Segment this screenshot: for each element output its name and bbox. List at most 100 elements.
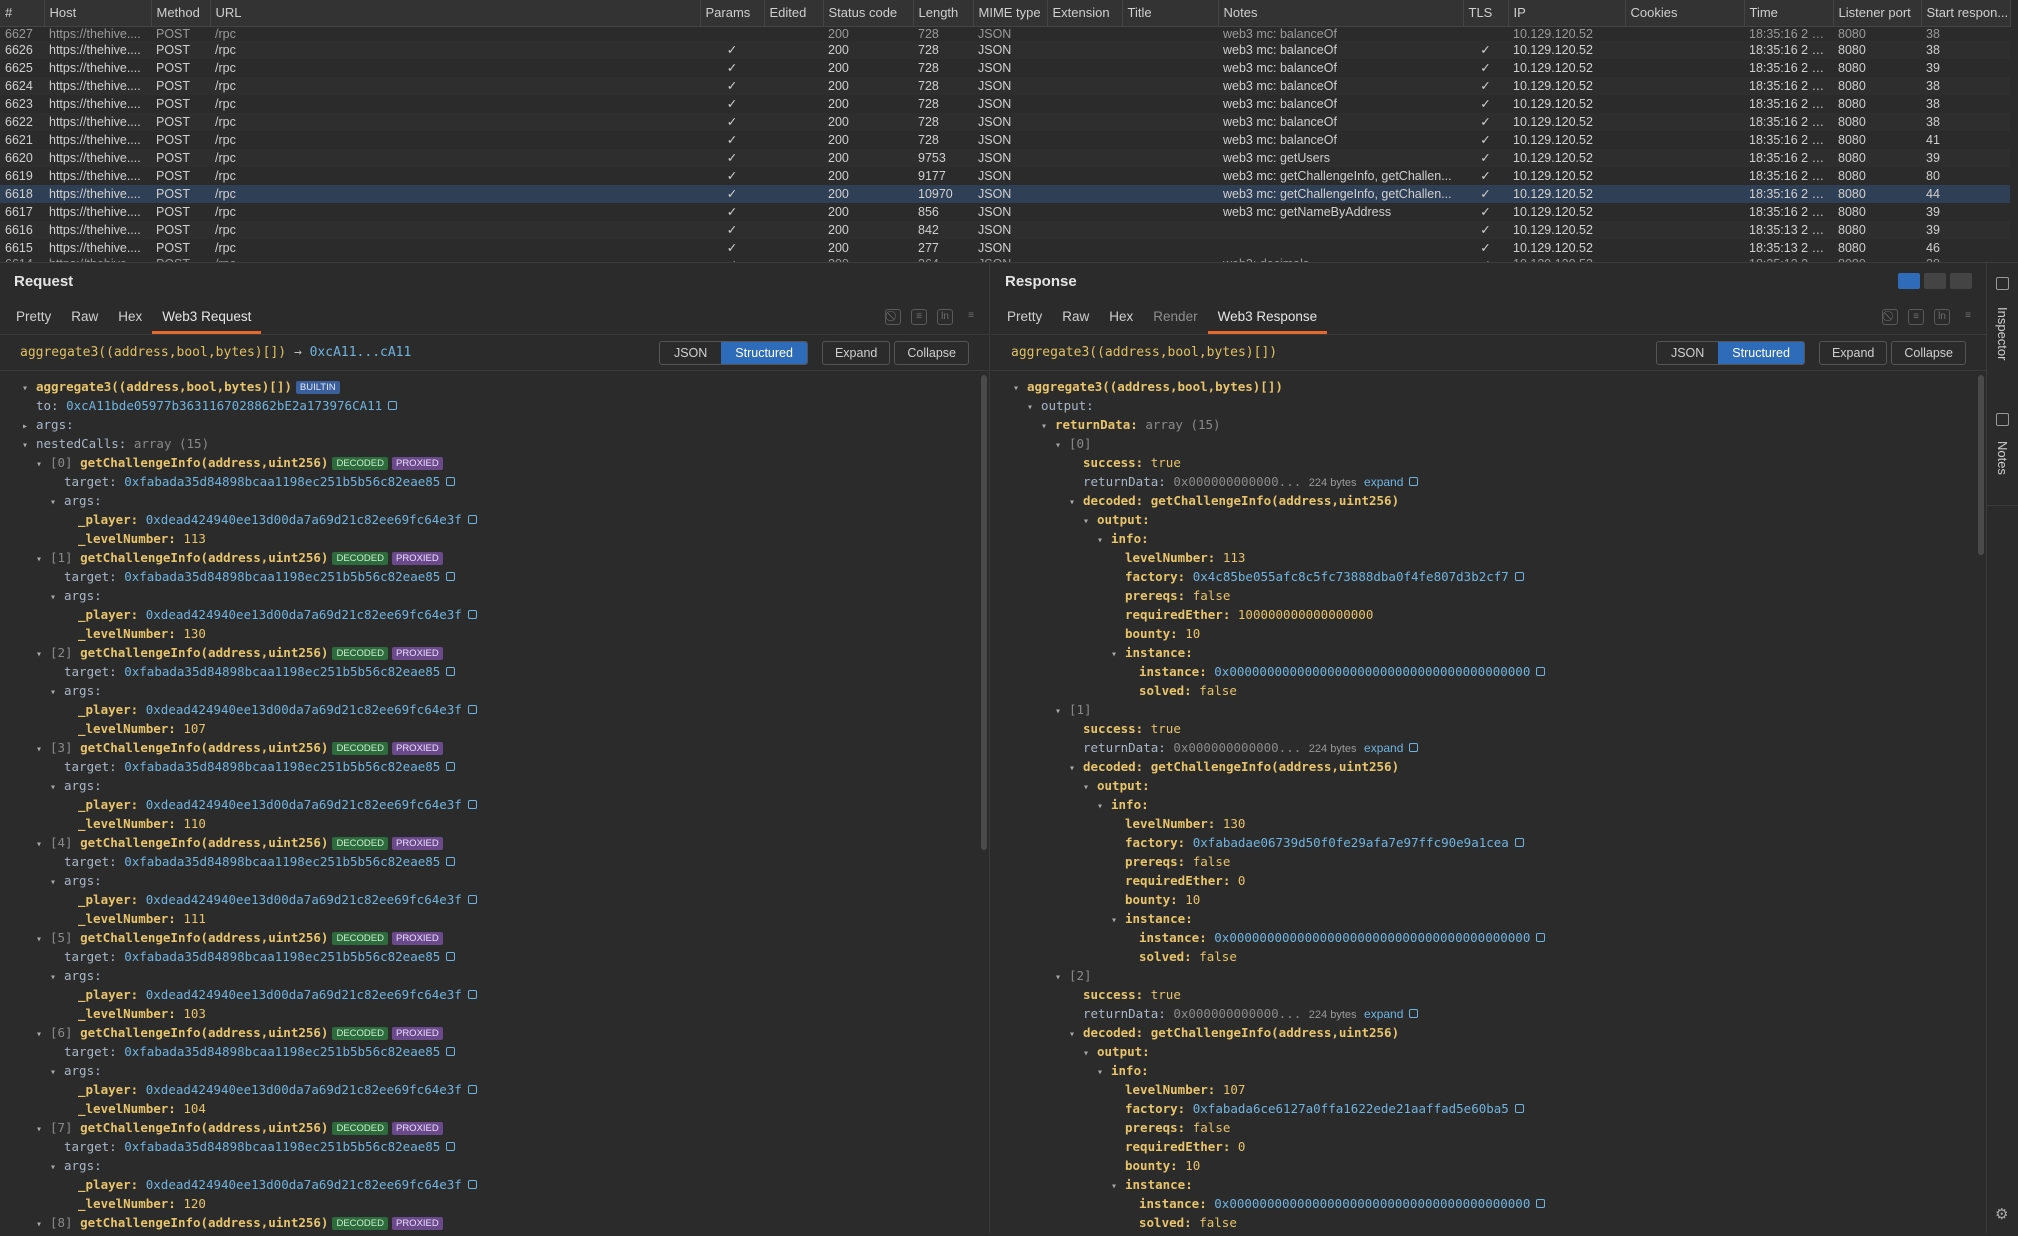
tree-node[interactable]: solved: false [1013, 681, 1974, 700]
tree-node[interactable]: factory: 0xfabadae06739d50f0fe29afa7e97f… [1013, 833, 1974, 852]
newline-icon[interactable]: ≡ [1908, 309, 1924, 325]
tree-node[interactable]: _levelNumber: 103 [22, 1004, 977, 1023]
tree-node[interactable]: instance: 0x0000000000000000000000000000… [1013, 928, 1974, 947]
copy-icon[interactable] [467, 990, 477, 999]
copy-icon[interactable] [467, 515, 477, 524]
tree-node[interactable]: success: true [1013, 719, 1974, 738]
tree-node[interactable]: ▾ instance: [1013, 643, 1974, 662]
tree-node[interactable]: levelNumber: 113 [1013, 548, 1974, 567]
tree-node[interactable]: requiredEther: 0 [1013, 871, 1974, 890]
expand-toggle-icon[interactable]: ▾ [1111, 1177, 1125, 1196]
tree-node[interactable]: _player: 0xdead424940ee13d00da7a69d21c82… [22, 700, 977, 719]
tree-node[interactable]: _player: 0xdead424940ee13d00da7a69d21c82… [22, 605, 977, 624]
expand-toggle-icon[interactable]: ▾ [1069, 493, 1083, 512]
column-header[interactable]: TLS [1463, 0, 1509, 27]
tab-web3-request[interactable]: Web3 Request [152, 301, 262, 334]
tree-node[interactable]: ▾ [6] getChallengeInfo(address,uint256) DE… [22, 1023, 977, 1042]
tree-node[interactable]: target: 0xfabada35d84898bcaa1198ec251b5b… [22, 662, 977, 681]
tree-node[interactable]: ▾ returnData: array (15) [1013, 415, 1974, 434]
tree-node[interactable]: ▾ info: [1013, 1061, 1974, 1080]
tree-node[interactable]: target: 0xfabada35d84898bcaa1198ec251b5b… [22, 1137, 977, 1156]
tab-pretty[interactable]: Pretty [6, 301, 61, 334]
collapse-button[interactable]: Collapse [1891, 340, 1966, 365]
tree-node[interactable]: _levelNumber: 113 [22, 529, 977, 548]
column-header[interactable]: Title [1122, 0, 1219, 27]
http-history-table[interactable]: # Host Method URL Params Edited Status code Len… [0, 0, 2018, 263]
tree-node[interactable]: target: 0xfabada35d84898bcaa1198ec251b5b… [22, 1042, 977, 1061]
copy-icon[interactable] [1514, 572, 1524, 581]
settings-gear-icon[interactable]: ⚙ [1995, 1205, 2008, 1223]
tree-node[interactable]: ▾ args: [22, 871, 977, 890]
copy-icon[interactable] [467, 895, 477, 904]
tab-hex[interactable]: Hex [1099, 301, 1143, 334]
tree-node[interactable]: ▾ [0] [1013, 434, 1974, 453]
expand-toggle-icon[interactable]: ▾ [50, 683, 64, 702]
copy-icon[interactable] [467, 705, 477, 714]
tree-node[interactable]: ▾ [8] getChallengeInfo(address,uint256) DE… [22, 1213, 977, 1232]
expand-toggle-icon[interactable]: ▾ [36, 550, 50, 569]
json-toggle[interactable]: JSON [660, 342, 721, 364]
copy-icon[interactable] [446, 1047, 456, 1056]
copy-icon[interactable] [467, 800, 477, 809]
tree-node[interactable]: factory: 0x4c85be055afc8c5fc73888dba0f4f… [1013, 567, 1974, 586]
copy-icon[interactable] [467, 610, 477, 619]
tree-node[interactable]: _levelNumber: 104 [22, 1099, 977, 1118]
expand-toggle-icon[interactable]: ▾ [50, 968, 64, 987]
expand-toggle-icon[interactable]: ▾ [22, 436, 36, 455]
expand-toggle-icon[interactable]: ▾ [50, 778, 64, 797]
expand-toggle-icon[interactable]: ▾ [36, 835, 50, 854]
tree-node[interactable]: bounty: 10 [1013, 1156, 1974, 1175]
copy-icon[interactable] [1514, 838, 1524, 847]
tree-node[interactable]: returnData: 0x000000000000... 224 bytes … [1013, 472, 1974, 491]
column-header[interactable]: IP [1508, 0, 1626, 27]
structured-toggle[interactable]: Structured [721, 341, 807, 364]
tree-node[interactable]: ▸ args: [22, 415, 977, 434]
expand-toggle-icon[interactable]: ▾ [1027, 398, 1041, 417]
copy-icon[interactable] [446, 1142, 456, 1151]
tree-node[interactable]: ▾ args: [22, 681, 977, 700]
table-row[interactable]: 6616 https://thehive.... POST/rpc ✓ 200 842 JS… [0, 220, 2010, 239]
tree-node[interactable]: ▾ info: [1013, 529, 1974, 548]
copy-icon[interactable] [1409, 743, 1419, 752]
tree-node[interactable]: ▾ [7] getChallengeInfo(address,uint256) DE… [22, 1118, 977, 1137]
inspector-tab[interactable]: Inspector [1995, 307, 2010, 360]
copy-icon[interactable] [1409, 1009, 1419, 1018]
tree-node[interactable]: ▾ instance: [1013, 1175, 1974, 1194]
menu-icon[interactable]: ≡ [963, 309, 979, 325]
expand-toggle-icon[interactable]: ▾ [50, 1063, 64, 1082]
tree-node[interactable]: ▾ instance: [1013, 909, 1974, 928]
request-scrollbar[interactable] [981, 375, 987, 850]
notes-icon[interactable] [1996, 413, 2009, 426]
table-row[interactable]: 6621 https://thehive.... POST/rpc ✓ 200 728 JS… [0, 131, 2010, 149]
table-row[interactable]: 6623 https://thehive.... POST/rpc ✓ 200 728 JS… [0, 95, 2010, 113]
tab-render[interactable]: Render [1143, 301, 1207, 334]
tree-node[interactable]: ▾ decoded: getChallengeInfo(address,uint2… [1013, 491, 1974, 510]
expand-toggle-icon[interactable]: ▾ [1055, 968, 1069, 987]
table-row[interactable]: 6617 https://thehive.... POST/rpc ✓ 200 856 JS… [0, 203, 2010, 221]
expand-toggle-icon[interactable]: ▾ [36, 740, 50, 759]
column-header[interactable]: # [0, 0, 45, 27]
tree-node[interactable]: target: 0xfabada35d84898bcaa1198ec251b5b… [22, 472, 977, 491]
tree-node[interactable]: success: true [1013, 985, 1974, 1004]
tree-node[interactable]: ▾ output: [1013, 396, 1974, 415]
tree-node[interactable]: ▾ [3] getChallengeInfo(address,uint256) DE… [22, 738, 977, 757]
tree-node[interactable]: ▾ aggregate3((address,bool,bytes)[]) BUILT… [22, 377, 977, 396]
wrap-icon[interactable]: ⃠ [885, 309, 901, 325]
copy-icon[interactable] [446, 762, 456, 771]
tree-node[interactable]: ▾ nestedCalls: array (15) [22, 434, 977, 453]
collapse-button[interactable]: Collapse [894, 340, 969, 365]
ln-icon[interactable]: ln [1934, 309, 1950, 325]
expand-toggle-icon[interactable]: ▾ [1111, 645, 1125, 664]
tree-node[interactable]: prereqs: false [1013, 1118, 1974, 1137]
table-row[interactable]: 6627 https://thehive.... POST/rpc 200 728 JSO… [0, 26, 2010, 41]
copy-icon[interactable] [467, 1085, 477, 1094]
tree-node[interactable]: instance: 0x0000000000000000000000000000… [1013, 662, 1974, 681]
copy-icon[interactable] [1514, 1104, 1524, 1113]
tree-node[interactable]: success: true [1013, 453, 1974, 472]
tree-node[interactable]: target: 0xfabada35d84898bcaa1198ec251b5b… [22, 757, 977, 776]
column-header[interactable]: Method [151, 0, 211, 27]
layout-toggle[interactable] [1898, 273, 1972, 289]
tree-node[interactable]: prereqs: false [1013, 852, 1974, 871]
tree-node[interactable]: levelNumber: 107 [1013, 1080, 1974, 1099]
single-view-icon[interactable] [1950, 273, 1972, 289]
